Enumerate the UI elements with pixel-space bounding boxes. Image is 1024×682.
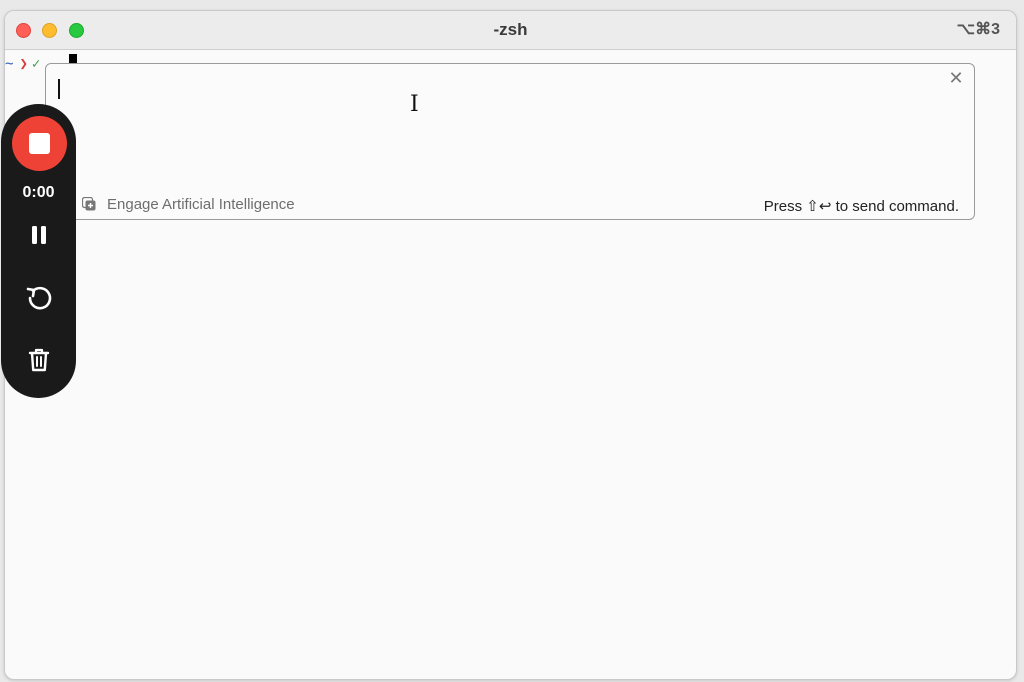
send-command-hint: Press ⇧↩ to send command. [763, 198, 959, 215]
close-icon[interactable]: ✕ [946, 68, 966, 88]
terminal-content[interactable]: ~ ❯ ✓ I ✕ Engage Artificial Intelligence P… [5, 50, 1016, 679]
prompt-arrow: ❯ [19, 56, 28, 72]
prompt-path: ~ [5, 56, 14, 72]
restart-button[interactable] [20, 278, 58, 316]
ai-command-box: I ✕ Engage Artificial Intelligence Press… [45, 63, 975, 220]
screen-recorder-panel: 0:00 [1, 104, 76, 398]
stop-icon [29, 133, 50, 154]
text-caret [58, 79, 60, 99]
ai-engage-icon [82, 197, 96, 211]
pause-button[interactable] [20, 216, 58, 254]
window-title: -zsh [493, 20, 528, 39]
terminal-window: -zsh ⌥⌘3 ~ ❯ ✓ I ✕ Engage Artificial Intel… [4, 10, 1017, 680]
window-shortcut: ⌥⌘3 [956, 21, 1000, 38]
stop-recording-button[interactable] [12, 116, 67, 171]
ai-command-input[interactable] [56, 74, 934, 178]
title-bar: -zsh ⌥⌘3 [5, 11, 1016, 50]
pause-icon [32, 226, 46, 244]
delete-recording-button[interactable] [20, 341, 58, 379]
restart-icon [26, 286, 52, 310]
trash-icon [28, 348, 50, 372]
engage-ai-button[interactable]: Engage Artificial Intelligence [82, 196, 295, 213]
prompt-symbol: ✓ [31, 56, 41, 72]
ibeam-cursor-icon: I [410, 92, 419, 117]
shell-prompt: ~ ❯ ✓ [5, 56, 40, 72]
recording-time: 0:00 [22, 184, 55, 201]
engage-ai-label: Engage Artificial Intelligence [107, 196, 295, 213]
